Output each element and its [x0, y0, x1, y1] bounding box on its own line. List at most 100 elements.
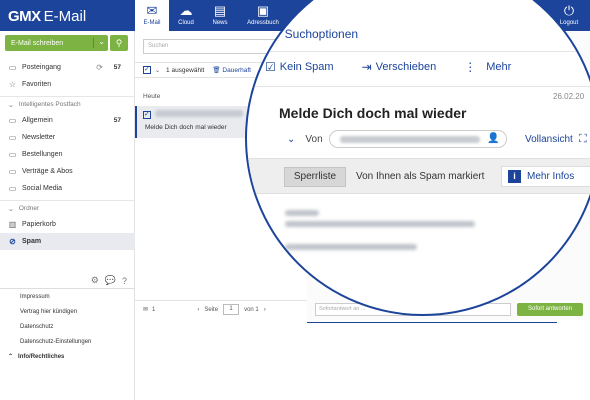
mail-count: 1 [152, 306, 156, 313]
chevron-down-icon[interactable]: ⌄ [287, 134, 295, 145]
section-folders[interactable]: ⌄ Ordner [0, 200, 135, 216]
cloud-icon: ☁ [179, 3, 193, 18]
gmx-logo[interactable]: GMX E-Mail [8, 8, 86, 25]
body-text-redacted [285, 210, 319, 216]
social-icon: ▭ [8, 184, 17, 193]
refresh-icon[interactable]: ⟳ [96, 63, 103, 72]
search-options-label: Suchoptionen [284, 27, 359, 41]
chevron-down-icon[interactable]: ⌄ [98, 37, 105, 46]
more-button[interactable]: ⋮ Mehr [464, 60, 511, 74]
page-label: Seite [204, 306, 219, 313]
sidebar-footer-icons: ⚙ 💬 ? [0, 273, 135, 289]
move-button[interactable]: ⇥ Verschieben [362, 60, 437, 74]
user-icon: 👤 [487, 133, 500, 144]
sender-pill[interactable]: 👤 [328, 130, 507, 148]
select-all-checkbox[interactable] [143, 65, 151, 74]
nav-cloud[interactable]: ☁ Cloud [169, 0, 203, 31]
sidebar-item-label: Spam [22, 238, 42, 245]
chevron-down-icon: ⌄ [8, 101, 14, 109]
unread-count: 57 [113, 117, 121, 124]
sender-redacted [339, 136, 480, 143]
help-icon[interactable]: ? [122, 276, 127, 286]
sidebar-item-label: Social Media [22, 185, 63, 192]
mail-checkbox[interactable] [143, 110, 151, 119]
link-privacy-settings[interactable]: Datenschutz-Einstellungen [0, 334, 135, 349]
filter-icon: ☰ [267, 26, 279, 41]
tool-label: Mehr [486, 61, 512, 73]
chevron-down-icon[interactable]: ⌄ [155, 67, 160, 74]
sidebar-item-label: Papierkorb [22, 221, 56, 228]
sidebar-item-label: Newsletter [22, 134, 56, 141]
selected-count: 1 ausgewählt [166, 66, 205, 74]
chevron-up-icon: ⌃ [8, 354, 14, 360]
message-subject: Melde Dich doch mal wieder [279, 105, 467, 121]
info-legal-toggle[interactable]: ⌃ Info/Rechtliches [0, 349, 135, 364]
sidebar-item-label: Posteingang [22, 64, 61, 71]
sidebar-item-contracts[interactable]: ▭ Verträge & Abos [0, 163, 135, 180]
sidebar-item-social[interactable]: ▭ Social Media [0, 180, 135, 197]
compose-divider [93, 38, 94, 48]
spam-icon: ⊘ [9, 237, 16, 246]
sender-row: ⌄ Von 👤 [287, 130, 507, 148]
link-imprint[interactable]: Impressum [0, 289, 135, 304]
mail-icon: ✉ [146, 3, 158, 18]
trash-icon: ▥ [8, 220, 17, 229]
more-info-button[interactable]: i Mehr Infos [501, 166, 590, 187]
blocklist-button[interactable]: Sperrliste [284, 167, 346, 187]
sidebar-item-label: Favoriten [22, 81, 52, 88]
folder-list: ▭ Posteingang ⟳ 57 ☆ Favoriten ⌄ Intelli… [0, 59, 135, 250]
compose-label: E-Mail schreiben [11, 39, 64, 47]
from-label: Von [305, 133, 323, 145]
sender-redacted [155, 110, 243, 117]
spam-message: Von Ihnen als Spam markiert [356, 171, 485, 182]
not-spam-icon: ☑ [265, 60, 276, 74]
news-icon: ▤ [213, 3, 227, 18]
divider [247, 86, 590, 87]
sidebar-item-label: Bestellungen [22, 151, 63, 158]
section-smart-mailbox[interactable]: ⌄ Intelligentes Postfach [0, 96, 135, 112]
feedback-icon[interactable]: 💬 [105, 275, 116, 286]
cart-icon: ▭ [8, 150, 17, 159]
sidebar-item-orders[interactable]: ▭ Bestellungen [0, 146, 135, 163]
inbox-icon: ▭ [8, 63, 17, 72]
page-input[interactable]: 1 [223, 304, 240, 315]
sidebar: E-Mail schreiben ⌄ ⚲ ▭ Posteingang ⟳ 57 … [0, 31, 135, 400]
spam-notice-bar: Sperrliste Von Ihnen als Spam markiert i… [247, 158, 590, 194]
sidebar-item-trash[interactable]: ▥ Papierkorb [0, 216, 135, 233]
sidebar-item-general[interactable]: ▭ Allgemein 57 [0, 112, 135, 129]
nav-news[interactable]: ▤ News [203, 0, 237, 31]
info-legal-label: Info/Rechtliches [18, 353, 65, 360]
contract-icon: ▭ [8, 167, 17, 176]
search-button[interactable]: ⚲ [110, 35, 128, 51]
section-title: Ordner [18, 205, 40, 212]
tool-label: Kein Spam [279, 61, 334, 73]
search-options-link[interactable]: ☰ Suchoptionen [267, 26, 358, 42]
compose-button[interactable]: E-Mail schreiben ⌄ [5, 35, 108, 51]
tool-label: Verschieben [375, 61, 437, 73]
body-text-redacted [285, 244, 417, 250]
gear-icon[interactable]: ⚙ [91, 275, 99, 286]
info-icon: i [508, 170, 521, 183]
section-title: Intelligentes Postfach [18, 101, 81, 108]
delete-permanent-button[interactable]: 🗑 Dauerhaft [212, 66, 251, 74]
sidebar-item-label: Allgemein [22, 117, 53, 124]
expand-icon[interactable]: ⛶ [579, 133, 587, 146]
sidebar-item-inbox[interactable]: ▭ Posteingang ⟳ 57 [0, 59, 135, 76]
full-view-link[interactable]: Vollansicht [525, 134, 573, 145]
sidebar-item-favorites[interactable]: ☆ Favoriten [0, 76, 135, 93]
sidebar-footer: ⚙ 💬 ? Impressum Vertrag hier kündigen Da… [0, 273, 135, 364]
chevron-down-icon: ⌄ [8, 205, 14, 213]
general-icon: ▭ [8, 116, 17, 125]
mail-subject: Melde Dich doch mal wieder [145, 124, 227, 131]
sidebar-item-label: Verträge & Abos [22, 168, 73, 175]
sidebar-item-spam[interactable]: ⊘ Spam [0, 233, 135, 250]
sidebar-item-newsletter[interactable]: ▭ Newsletter [0, 129, 135, 146]
link-cancel-contract[interactable]: Vertrag hier kündigen [0, 304, 135, 319]
star-icon: ☆ [8, 80, 17, 89]
nav-email[interactable]: ✉ E-Mail [135, 0, 169, 31]
chevron-left-icon[interactable]: ‹ [197, 307, 199, 313]
more-icon: ⋮ [464, 60, 477, 74]
group-header: Heute [143, 93, 161, 100]
not-spam-button[interactable]: ☑ Kein Spam [265, 60, 334, 74]
link-privacy[interactable]: Datenschutz [0, 319, 135, 334]
